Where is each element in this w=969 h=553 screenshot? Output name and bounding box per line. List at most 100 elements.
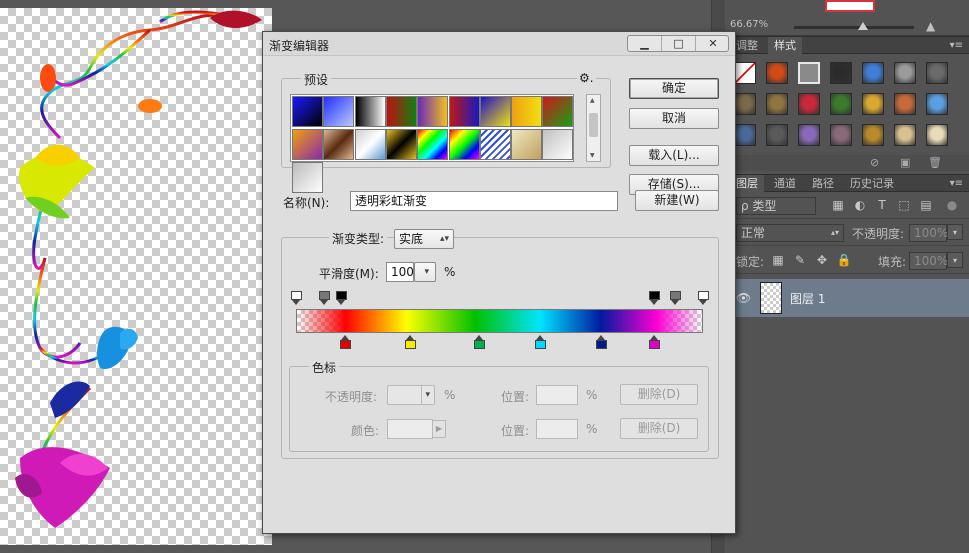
style-swatch[interactable] bbox=[894, 62, 916, 84]
zoom-slider-knob[interactable] bbox=[858, 22, 868, 30]
color-stop[interactable] bbox=[404, 335, 416, 349]
opacity-stop[interactable] bbox=[698, 291, 709, 305]
fill-field[interactable]: 100% bbox=[909, 252, 948, 270]
opacity-dropdown-icon[interactable]: ▾ bbox=[947, 224, 963, 240]
shape-filter-icon[interactable]: ⬚ bbox=[896, 197, 912, 213]
opacity-field[interactable]: 100% bbox=[909, 224, 948, 242]
style-swatch[interactable] bbox=[734, 124, 756, 146]
cancel-button[interactable]: 取消 bbox=[629, 108, 719, 129]
color-stop[interactable] bbox=[649, 335, 661, 349]
color-stop[interactable] bbox=[596, 335, 608, 349]
navigator-thumbnail[interactable] bbox=[825, 0, 875, 12]
fill-dropdown-icon[interactable]: ▾ bbox=[947, 252, 963, 268]
ok-button[interactable]: 确定 bbox=[629, 78, 719, 99]
preset-gradient-swatch[interactable] bbox=[385, 96, 417, 127]
preset-gradient-swatch[interactable] bbox=[479, 129, 511, 160]
style-swatch[interactable] bbox=[926, 62, 948, 84]
style-swatch[interactable] bbox=[734, 62, 756, 84]
style-swatch[interactable] bbox=[798, 62, 820, 84]
preset-gradient-swatch[interactable] bbox=[542, 96, 574, 127]
adjustment-filter-icon[interactable]: ◐ bbox=[852, 197, 868, 213]
new-gradient-button[interactable]: 新建(W) bbox=[635, 190, 719, 211]
smoothness-field[interactable]: 100 bbox=[386, 262, 414, 282]
load-button[interactable]: 载入(L)... bbox=[629, 145, 719, 166]
new-style-icon[interactable]: ▣ bbox=[900, 156, 910, 169]
smoothness-dropdown[interactable]: ▾ bbox=[414, 262, 436, 282]
opacity-stop[interactable] bbox=[649, 291, 661, 305]
dialog-titlebar[interactable]: 渐变编辑器 ▁ □ ✕ bbox=[263, 32, 735, 56]
tab-history[interactable]: 历史记录 bbox=[844, 175, 900, 192]
opacity-stop[interactable] bbox=[319, 291, 331, 305]
maximize-button[interactable]: □ bbox=[662, 36, 696, 51]
style-swatch[interactable] bbox=[862, 93, 884, 115]
tab-paths[interactable]: 路径 bbox=[806, 175, 840, 192]
style-swatch[interactable] bbox=[926, 93, 948, 115]
preset-gradient-swatch[interactable] bbox=[448, 96, 480, 127]
lock-transparency-icon[interactable]: ▦ bbox=[770, 252, 786, 268]
layer-kind-filter[interactable]: ρ 类型 bbox=[736, 197, 816, 215]
preset-gradient-swatch[interactable] bbox=[323, 129, 355, 160]
color-stop[interactable] bbox=[474, 335, 486, 349]
lock-all-icon[interactable]: 🔒 bbox=[836, 252, 852, 268]
presets-gear-icon[interactable]: ⚙. bbox=[577, 71, 596, 85]
delete-style-icon[interactable]: 🗑 bbox=[928, 156, 942, 169]
document-canvas[interactable] bbox=[0, 8, 272, 545]
style-swatch[interactable] bbox=[766, 62, 788, 84]
style-swatch[interactable] bbox=[798, 124, 820, 146]
style-swatch[interactable] bbox=[830, 62, 852, 84]
preset-gradient-swatch[interactable] bbox=[354, 129, 386, 160]
preset-gradient-swatch[interactable] bbox=[448, 129, 480, 160]
panel-menu-icon[interactable]: ▾≡ bbox=[950, 37, 963, 54]
opacity-stop[interactable] bbox=[291, 291, 302, 305]
no-style-icon[interactable]: ⊘ bbox=[870, 156, 879, 169]
style-swatch[interactable] bbox=[862, 62, 884, 84]
style-swatch[interactable] bbox=[862, 124, 884, 146]
opacity-stop[interactable] bbox=[669, 291, 681, 305]
layer-name[interactable]: 图层 1 bbox=[790, 290, 825, 307]
blend-mode-select[interactable]: 正常 ▴▾ bbox=[736, 224, 844, 242]
scroll-thumb[interactable] bbox=[589, 113, 598, 137]
minimize-button[interactable]: ▁ bbox=[628, 36, 662, 51]
preset-gradient-swatch[interactable] bbox=[417, 129, 449, 160]
lock-pixels-icon[interactable]: ✎ bbox=[792, 252, 808, 268]
preset-gradient-swatch[interactable] bbox=[479, 96, 511, 127]
layers-menu-icon[interactable]: ▾≡ bbox=[950, 175, 963, 192]
preset-gradient-swatch[interactable] bbox=[542, 129, 574, 160]
preset-gradient-swatch[interactable] bbox=[323, 96, 355, 127]
style-swatch[interactable] bbox=[766, 93, 788, 115]
gradient-preview-bar[interactable] bbox=[296, 309, 703, 333]
gradient-type-select[interactable]: 实底 ▴▾ bbox=[394, 229, 454, 249]
preset-gradient-swatch[interactable] bbox=[292, 96, 323, 127]
preset-gradient-swatch[interactable] bbox=[511, 129, 543, 160]
style-swatch[interactable] bbox=[734, 93, 756, 115]
style-swatch[interactable] bbox=[894, 93, 916, 115]
style-swatch[interactable] bbox=[766, 124, 788, 146]
gradient-name-field[interactable]: 透明彩虹渐变 bbox=[350, 191, 618, 211]
preset-gradient-swatch[interactable] bbox=[511, 96, 543, 127]
close-button[interactable]: ✕ bbox=[696, 36, 730, 51]
preset-gradient-swatch[interactable] bbox=[292, 162, 323, 193]
style-swatch[interactable] bbox=[926, 124, 948, 146]
layer-row[interactable]: 👁 图层 1 bbox=[726, 279, 969, 317]
preset-gradient-swatch[interactable] bbox=[385, 129, 417, 160]
type-filter-icon[interactable]: T bbox=[874, 197, 890, 213]
style-swatch[interactable] bbox=[894, 124, 916, 146]
tab-channels[interactable]: 通道 bbox=[768, 175, 802, 192]
smart-object-filter-icon[interactable]: ▤ bbox=[918, 197, 934, 213]
pixel-filter-icon[interactable]: ▦ bbox=[830, 197, 846, 213]
zoom-in-icon[interactable]: ▲ bbox=[926, 19, 935, 33]
color-stop[interactable] bbox=[535, 335, 547, 349]
preset-gradient-swatch[interactable] bbox=[417, 96, 449, 127]
filter-toggle-icon[interactable]: ● bbox=[944, 197, 960, 213]
style-swatch[interactable] bbox=[830, 93, 852, 115]
preset-gradient-swatch[interactable] bbox=[354, 96, 386, 127]
style-swatch[interactable] bbox=[798, 93, 820, 115]
opacity-stop[interactable] bbox=[335, 291, 347, 305]
scroll-up-icon[interactable]: ▲ bbox=[590, 97, 595, 104]
style-swatch[interactable] bbox=[830, 124, 852, 146]
tab-styles[interactable]: 样式 bbox=[768, 37, 802, 54]
visibility-eye-icon[interactable]: 👁 bbox=[736, 291, 751, 305]
preset-gradient-swatch[interactable] bbox=[292, 129, 323, 160]
zoom-slider[interactable] bbox=[794, 26, 914, 29]
preset-scrollbar[interactable]: ▲ ▼ bbox=[586, 94, 601, 162]
